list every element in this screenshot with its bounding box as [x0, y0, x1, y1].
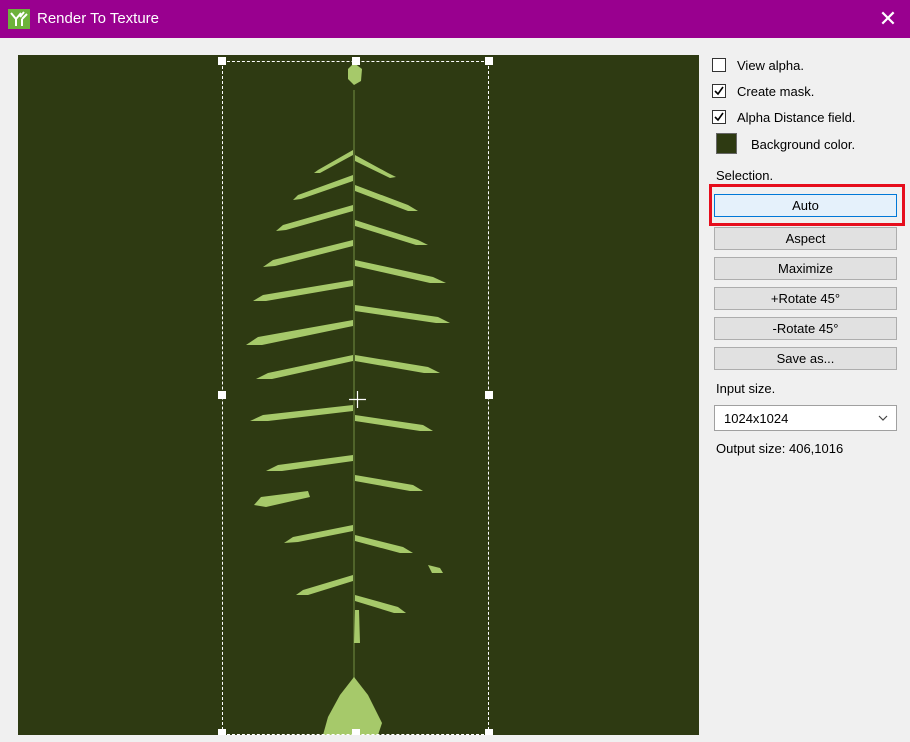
crosshair-icon[interactable]	[349, 391, 366, 408]
checkbox-box[interactable]	[712, 110, 726, 124]
selection-handle-right[interactable]	[485, 391, 493, 399]
create-mask-label: Create mask.	[737, 84, 815, 99]
input-size-label: Input size.	[716, 381, 776, 396]
output-size-text: Output size: 406,1016	[716, 441, 844, 456]
window-title: Render To Texture	[37, 10, 160, 27]
selection-label: Selection.	[716, 168, 774, 183]
selection-handle-left[interactable]	[218, 391, 226, 399]
selection-handle-top[interactable]	[352, 57, 360, 65]
texture-preview[interactable]	[18, 55, 699, 735]
create-mask-checkbox[interactable]: Create mask.	[712, 83, 892, 103]
view-alpha-checkbox[interactable]: View alpha.	[712, 57, 892, 77]
checkbox-box[interactable]	[712, 58, 726, 72]
maximize-button[interactable]: Maximize	[714, 257, 897, 280]
chevron-down-icon	[878, 415, 888, 421]
checkmark-icon	[714, 112, 724, 122]
save-as-button[interactable]: Save as...	[714, 347, 897, 370]
title-bar: Render To Texture ✕	[0, 0, 910, 38]
rotate-plus-45-button[interactable]: +Rotate 45°	[714, 287, 897, 310]
checkmark-icon	[714, 86, 724, 96]
input-size-dropdown[interactable]: 1024x1024	[714, 405, 897, 431]
background-color-swatch[interactable]	[716, 133, 737, 154]
rotate-minus-45-button[interactable]: -Rotate 45°	[714, 317, 897, 340]
tree-app-icon	[8, 9, 30, 29]
selection-handle-bottom[interactable]	[352, 729, 360, 735]
auto-button[interactable]: Auto	[714, 194, 897, 217]
input-size-value: 1024x1024	[724, 411, 789, 426]
selection-handle-top-right[interactable]	[485, 57, 493, 65]
checkbox-box[interactable]	[712, 84, 726, 98]
selection-handle-bottom-left[interactable]	[218, 729, 226, 735]
selection-handle-top-left[interactable]	[218, 57, 226, 65]
aspect-button[interactable]: Aspect	[714, 227, 897, 250]
background-color-label: Background color.	[751, 137, 856, 152]
alpha-distance-field-label: Alpha Distance field.	[737, 110, 856, 125]
close-icon[interactable]: ✕	[866, 0, 910, 38]
alpha-distance-field-checkbox[interactable]: Alpha Distance field.	[712, 109, 892, 129]
view-alpha-label: View alpha.	[737, 58, 804, 73]
selection-handle-bottom-right[interactable]	[485, 729, 493, 735]
